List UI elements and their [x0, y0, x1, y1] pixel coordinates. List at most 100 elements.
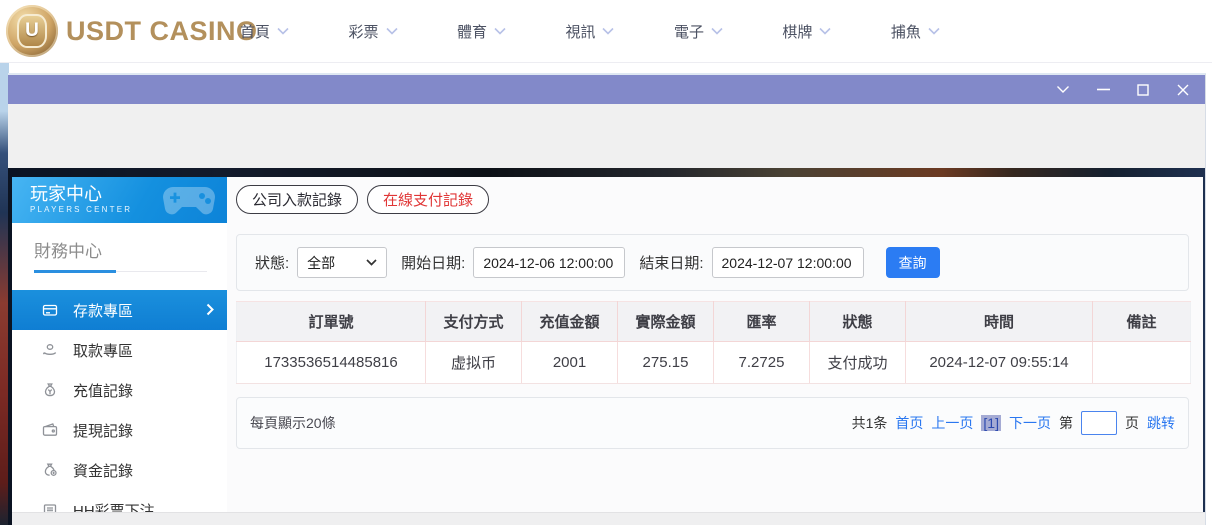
col-time: 時間 — [905, 301, 1093, 342]
chevron-down-icon — [385, 27, 398, 35]
status-select[interactable]: 全部 — [297, 247, 388, 278]
chevron-down-icon — [494, 27, 506, 35]
window-close-button[interactable] — [1175, 82, 1191, 98]
tab-company-deposit-records[interactable]: 公司入款記錄 — [236, 185, 359, 214]
pagination-bar: 每頁顯示20條 共1条 首页 上一页 [1] 下一页 第 页 跳转 — [236, 397, 1189, 449]
sidebar-item-deposit[interactable]: 存款專區 — [12, 290, 227, 330]
screen: U USDT CASINO 首頁 彩票 體育 視訊 電子 棋牌 捕魚 玩家中心 … — [0, 0, 1212, 525]
wallet-icon — [42, 422, 58, 438]
sidebar-item-label: 取款專區 — [73, 342, 134, 360]
nav-label: 棋牌 — [782, 23, 813, 41]
nav-item-slots[interactable]: 電子 — [674, 21, 723, 42]
cell-order-no: 1733536514485816 — [236, 341, 426, 384]
sidebar-item-label: 資金記錄 — [73, 462, 134, 480]
cell-time: 2024-12-07 09:55:14 — [905, 341, 1093, 384]
main-panel: 公司入款記錄 在線支付記錄 狀態: 全部 開始日期: 結束日期: 查詢 — [227, 177, 1203, 512]
chevron-down-icon — [928, 27, 940, 35]
cell-status: 支付成功 — [809, 341, 906, 384]
sidebar-item-recharge-records[interactable]: 充值記錄 — [12, 370, 227, 410]
total-count-text: 共1条 — [851, 415, 888, 431]
app-window: 玩家中心 PLAYERS CENTER 財務中心 存款專區 取款專區 充值記錄 … — [8, 73, 1206, 525]
status-select-value: 全部 — [307, 254, 336, 271]
tab-online-payment-records[interactable]: 在線支付記錄 — [367, 185, 490, 214]
nav-item-video[interactable]: 視訊 — [565, 21, 615, 42]
chevron-down-icon — [602, 27, 615, 35]
chevron-down-icon — [366, 259, 377, 266]
window-toolbar-area — [8, 104, 1205, 168]
logo-coin-icon: U — [6, 5, 58, 57]
page-number-input[interactable] — [1081, 411, 1117, 435]
window-minimize-button[interactable] — [1095, 82, 1111, 98]
table-row: 1733536514485816 虚拟币 2001 275.15 7.2725 … — [236, 341, 1191, 384]
nav-label: 視訊 — [565, 23, 596, 41]
close-icon — [1177, 84, 1189, 95]
col-rate: 匯率 — [713, 301, 810, 342]
nav-item-cards[interactable]: 棋牌 — [782, 21, 832, 42]
window-collapse-button[interactable] — [1055, 82, 1071, 98]
sidebar-item-label: 存款專區 — [73, 302, 134, 320]
gamepad-icon — [163, 187, 215, 215]
jump-link[interactable]: 跳转 — [1147, 413, 1175, 433]
chevron-down-icon — [1057, 86, 1069, 93]
nav-label: 捕魚 — [890, 23, 921, 41]
cell-deposit-amount: 2001 — [521, 341, 618, 384]
nav-item-sports[interactable]: 體育 — [457, 21, 506, 42]
col-status: 狀態 — [809, 301, 906, 342]
site-header: U USDT CASINO 首頁 彩票 體育 視訊 電子 棋牌 捕魚 — [0, 0, 1212, 63]
prev-page-link[interactable]: 上一页 — [931, 413, 973, 433]
window-bottom-strip — [12, 512, 1205, 525]
sidebar: 玩家中心 PLAYERS CENTER 財務中心 存款專區 取款專區 充值記錄 … — [12, 177, 227, 520]
current-page-indicator: [1] — [981, 415, 1001, 431]
record-tabs: 公司入款記錄 在線支付記錄 — [236, 185, 1189, 214]
pagination-controls: 共1条 首页 上一页 [1] 下一页 第 页 跳转 — [852, 411, 1175, 435]
col-pay-method: 支付方式 — [425, 301, 522, 342]
chevron-down-icon — [711, 27, 723, 35]
logo-text: USDT CASINO — [66, 15, 258, 46]
col-actual-amount: 實際金額 — [617, 301, 714, 342]
sidebar-item-withdrawal-records[interactable]: 提現記錄 — [12, 410, 227, 450]
money-bag-icon — [42, 382, 58, 398]
window-maximize-button[interactable] — [1135, 82, 1151, 98]
sidebar-menu: 存款專區 取款專區 充值記錄 提現記錄 資金記錄 HH彩票下注 — [12, 290, 227, 525]
funds-bag-icon — [42, 462, 58, 478]
search-button[interactable]: 查詢 — [885, 247, 940, 278]
sidebar-item-withdraw[interactable]: 取款專區 — [12, 330, 227, 370]
window-titlebar — [8, 75, 1205, 104]
jump-prefix-text: 第 — [1059, 415, 1073, 431]
end-date-input[interactable] — [711, 247, 864, 278]
start-date-input[interactable] — [473, 247, 626, 278]
filter-bar: 狀態: 全部 開始日期: 結束日期: 查詢 — [236, 234, 1189, 291]
chevron-right-icon — [206, 303, 214, 316]
records-table: 訂單號 支付方式 充值金額 實際金額 匯率 狀態 時間 備註 173353651 — [236, 301, 1191, 384]
chevron-down-icon — [277, 27, 289, 35]
sidebar-item-label: 充值記錄 — [73, 382, 134, 400]
nav-item-lottery[interactable]: 彩票 — [348, 21, 398, 42]
withdraw-hand-icon — [42, 342, 58, 358]
sidebar-section-title: 財務中心 — [34, 237, 207, 273]
jump-suffix-text: 页 — [1125, 415, 1139, 431]
main-nav: 首頁 彩票 體育 視訊 電子 棋牌 捕魚 — [240, 0, 940, 62]
start-date-label: 開始日期: — [401, 255, 466, 272]
nav-item-fishing[interactable]: 捕魚 — [891, 21, 940, 42]
first-page-link[interactable]: 首页 — [895, 413, 923, 433]
status-label: 狀態: — [255, 255, 290, 272]
nav-label: 電子 — [673, 23, 704, 41]
logo[interactable]: U USDT CASINO — [6, 5, 258, 57]
nav-item-home[interactable]: 首頁 — [240, 21, 289, 42]
logo-letter: U — [25, 20, 39, 41]
col-order-no: 訂單號 — [236, 301, 426, 342]
col-remark: 備註 — [1092, 301, 1191, 342]
col-deposit-amount: 充值金額 — [521, 301, 618, 342]
maximize-icon — [1137, 83, 1149, 96]
sidebar-header: 玩家中心 PLAYERS CENTER — [12, 177, 227, 223]
next-page-link[interactable]: 下一页 — [1009, 413, 1051, 433]
cell-pay-method: 虚拟币 — [425, 341, 522, 384]
end-date-label: 結束日期: — [639, 255, 704, 272]
cell-actual-amount: 275.15 — [617, 341, 714, 384]
sidebar-item-funds-records[interactable]: 資金記錄 — [12, 450, 227, 490]
nav-label: 體育 — [456, 23, 487, 41]
window-content: 玩家中心 PLAYERS CENTER 財務中心 存款專區 取款專區 充值記錄 … — [8, 168, 1205, 525]
nav-label: 首頁 — [240, 23, 271, 41]
chevron-down-icon — [819, 27, 832, 35]
minimize-icon — [1096, 88, 1110, 91]
